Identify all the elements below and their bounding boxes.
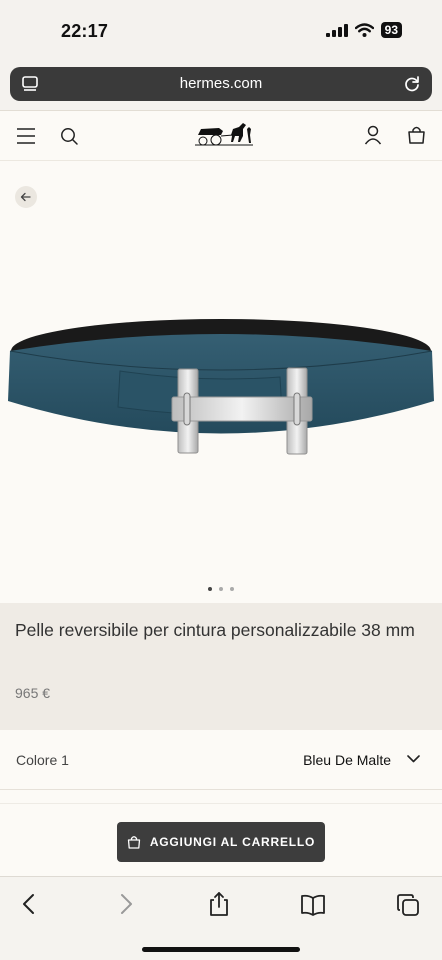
- battery-icon: 93: [380, 22, 402, 38]
- product-info: Pelle reversibile per cintura personaliz…: [0, 603, 442, 730]
- wifi-icon: [354, 23, 374, 37]
- product-gallery[interactable]: [0, 161, 442, 603]
- site-header: [0, 110, 442, 161]
- product-title: Pelle reversibile per cintura personaliz…: [15, 620, 415, 640]
- bookmarks-icon[interactable]: [300, 894, 326, 916]
- status-bar: 22:17 93: [0, 0, 442, 62]
- product-price: 965 €: [15, 685, 51, 701]
- add-to-cart-label: AGGIUNGI AL CARRELLO: [149, 835, 316, 849]
- search-icon[interactable]: [60, 127, 79, 146]
- cellular-signal-icon: [325, 23, 348, 37]
- gallery-dot[interactable]: [208, 587, 212, 591]
- gallery-back-button[interactable]: [15, 186, 37, 208]
- belt-image: [8, 319, 434, 455]
- bag-icon: [127, 836, 140, 849]
- url-bar[interactable]: hermes.com: [10, 67, 432, 101]
- gallery-dot[interactable]: [219, 587, 223, 591]
- browser-toolbar: [0, 876, 442, 960]
- url-text[interactable]: hermes.com: [10, 75, 432, 92]
- chevron-down-icon[interactable]: [407, 755, 420, 763]
- back-icon[interactable]: [20, 893, 38, 915]
- gallery-pagination[interactable]: [0, 587, 442, 591]
- browser-url-area: hermes.com: [0, 62, 442, 110]
- home-indicator: [142, 947, 300, 952]
- gallery-dot[interactable]: [230, 587, 234, 591]
- tabs-icon[interactable]: [396, 893, 420, 917]
- bag-icon[interactable]: [407, 125, 426, 144]
- cta-area: AGGIUNGI AL CARRELLO: [0, 803, 442, 875]
- reload-icon[interactable]: [402, 74, 422, 94]
- share-icon[interactable]: [207, 891, 231, 917]
- add-to-cart-button[interactable]: AGGIUNGI AL CARRELLO: [117, 822, 325, 862]
- forward-icon[interactable]: [117, 893, 135, 915]
- account-icon[interactable]: [364, 125, 382, 145]
- color-label: Colore 1: [16, 752, 69, 768]
- status-icons: 93: [325, 22, 402, 38]
- hermes-logo[interactable]: [193, 121, 255, 149]
- color-selector[interactable]: Colore 1 Bleu De Malte: [0, 730, 442, 790]
- status-time: 22:17: [61, 21, 109, 41]
- color-value[interactable]: Bleu De Malte: [303, 752, 391, 768]
- menu-icon[interactable]: [16, 127, 36, 145]
- arrow-left-icon: [20, 192, 31, 202]
